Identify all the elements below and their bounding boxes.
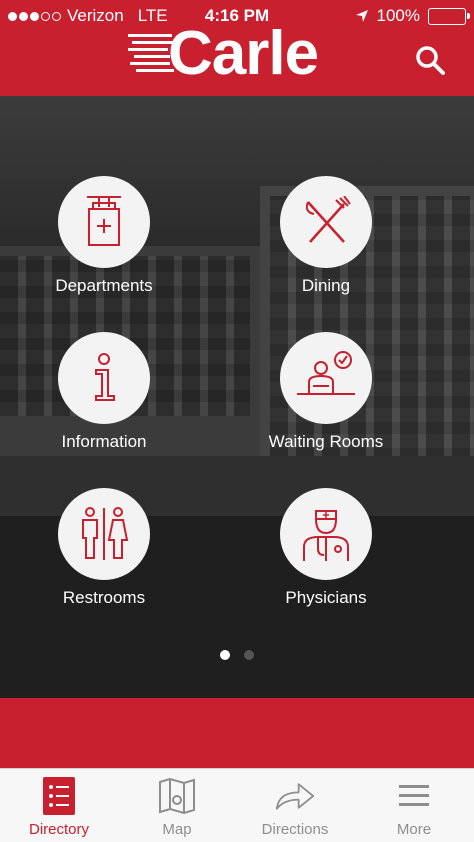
header: Verizon LTE 4:16 PM 100% Carle [0,0,474,96]
info-icon [95,353,115,401]
search-button[interactable] [414,44,446,76]
tab-directions-label: Directions [261,821,329,838]
tile-information-label: Information [61,432,147,451]
arrow-right-icon [275,783,315,810]
tab-map[interactable]: Map [118,769,236,842]
tab-map-label: Map [162,821,192,838]
map-icon [159,778,195,814]
battery-icon [428,7,470,25]
tile-restrooms[interactable]: Restrooms [4,488,204,608]
tile-restrooms-circle [58,488,150,580]
red-banner [0,698,474,768]
tile-departments-circle [58,176,150,268]
tab-bar: Directory Map Directions More [0,768,474,842]
tile-dining[interactable]: Dining [226,176,426,296]
page-dot-2[interactable] [244,650,254,660]
physician-icon [303,510,349,561]
tile-departments-label: Departments [55,276,153,295]
tile-physicians[interactable]: Physicians [226,488,426,608]
tile-departments[interactable]: Departments [4,176,204,296]
tile-restrooms-label: Restrooms [62,588,146,607]
tile-physicians-circle [280,488,372,580]
menu-icon [399,785,429,806]
tab-directions[interactable]: Directions [236,769,354,842]
tile-information[interactable]: Information [4,332,204,452]
search-icon [416,46,445,75]
tab-directory[interactable]: Directory [0,769,118,842]
waiting-room-icon [297,351,355,395]
restroom-icon [82,507,129,560]
fork-knife-icon [305,196,351,243]
tile-waiting-rooms[interactable]: Waiting Rooms [226,332,426,452]
page-indicator[interactable] [0,650,474,660]
hero-background: Departments Dining Information Waiting R… [0,96,474,698]
tile-dining-circle [280,176,372,268]
tab-more[interactable]: More [354,769,474,842]
battery-percent: 100% [376,6,420,25]
tile-dining-label: Dining [301,276,351,295]
location-arrow-icon [355,10,368,22]
page-dot-1[interactable] [220,650,230,660]
department-sign-icon [87,196,121,246]
carle-logo: Carle [128,19,358,88]
tab-more-label: More [396,821,432,838]
tile-waiting-rooms-label: Waiting Rooms [268,432,384,451]
tile-waiting-rooms-circle [280,332,372,424]
logo-text: Carle [168,19,319,88]
tile-information-circle [58,332,150,424]
list-icon [43,777,75,815]
app: Verizon LTE 4:16 PM 100% Carle Departmen… [0,0,474,842]
status-right: 100% [355,6,470,26]
tab-directory-label: Directory [28,821,89,838]
tile-physicians-label: Physicians [285,588,367,607]
